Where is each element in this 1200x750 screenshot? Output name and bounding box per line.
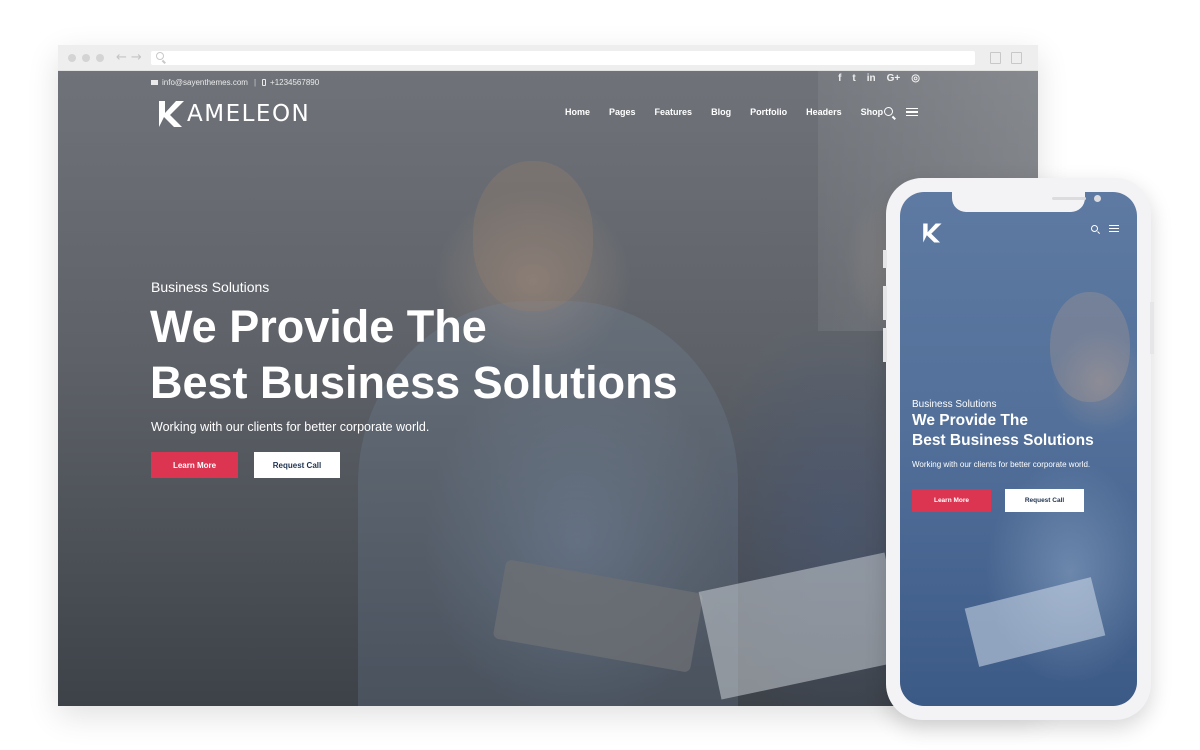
search-icon[interactable] (884, 107, 893, 116)
phone-notch (952, 192, 1101, 212)
nav-item-pages[interactable]: Pages (609, 107, 636, 117)
google-plus-icon[interactable]: G+ (887, 73, 901, 84)
social-links: f t in G+ ◎ (838, 73, 920, 84)
site-logo[interactable]: AMELEON (156, 99, 310, 129)
mobile-learn-more-button[interactable]: Learn More (912, 489, 991, 512)
nav-item-blog[interactable]: Blog (711, 107, 731, 117)
hamburger-menu-icon[interactable] (1109, 225, 1119, 232)
window-close-dot[interactable] (68, 54, 76, 62)
phone-speaker (1052, 197, 1086, 200)
hero-headline-line1: We Provide The (150, 301, 487, 352)
mobile-hero-subtext: Working with our clients for better corp… (912, 460, 1091, 469)
nav-item-portfolio[interactable]: Portfolio (750, 107, 787, 117)
mobile-request-call-button[interactable]: Request Call (1005, 489, 1084, 512)
phone-camera (1094, 195, 1101, 202)
background-person-head (473, 161, 593, 311)
mobile-hero-eyebrow: Business Solutions (912, 399, 997, 410)
background-paper (964, 577, 1106, 667)
phone-mute-switch (883, 250, 887, 268)
twitter-icon[interactable]: t (852, 73, 855, 84)
share-icon[interactable] (990, 52, 1001, 64)
kameleon-logo-icon (159, 101, 184, 127)
back-forward-arrows-icon[interactable]: ←→ (116, 50, 146, 65)
request-call-button[interactable]: Request Call (254, 452, 340, 478)
learn-more-button[interactable]: Learn More (151, 452, 238, 478)
instagram-icon[interactable]: ◎ (911, 73, 920, 84)
hero-headline: We Provide The Best Business Solutions (150, 299, 790, 411)
tabs-icon[interactable] (1011, 52, 1022, 64)
phone-icon (262, 78, 267, 86)
contact-phone[interactable]: +1234567890 (270, 78, 319, 87)
mail-icon (151, 79, 158, 85)
search-icon[interactable] (1091, 225, 1098, 232)
mobile-hero-headline: We Provide The Best Business Solutions (912, 411, 1132, 450)
hero-headline-line2: Best Business Solutions (150, 357, 678, 408)
nav-item-headers[interactable]: Headers (806, 107, 842, 117)
phone-volume-up (883, 286, 887, 320)
window-maximize-dot[interactable] (96, 54, 104, 62)
phone-device: Business Solutions We Provide The Best B… (883, 178, 1154, 720)
nav-item-features[interactable]: Features (655, 107, 693, 117)
facebook-icon[interactable]: f (838, 73, 841, 84)
nav-item-home[interactable]: Home (565, 107, 590, 117)
hamburger-menu-icon[interactable] (906, 108, 918, 116)
kameleon-logo-icon[interactable] (921, 222, 943, 244)
topbar-divider: | (253, 77, 257, 87)
search-icon (156, 52, 164, 60)
mobile-hero-headline-line2: Best Business Solutions (912, 431, 1094, 449)
hero-eyebrow: Business Solutions (151, 279, 270, 295)
phone-power-button (1150, 302, 1154, 354)
contact-topbar: info@sayenthemes.com | +1234567890 (151, 75, 319, 89)
address-bar[interactable] (151, 51, 975, 65)
contact-email[interactable]: info@sayenthemes.com (162, 78, 248, 87)
background-person (1050, 292, 1130, 402)
window-minimize-dot[interactable] (82, 54, 90, 62)
nav-item-shop[interactable]: Shop (861, 107, 884, 117)
mobile-screen: Business Solutions We Provide The Best B… (900, 192, 1137, 706)
hero-subtext: Working with our clients for better corp… (151, 420, 430, 434)
mobile-hero-headline-line1: We Provide The (912, 412, 1028, 429)
browser-toolbar: ←→ (58, 45, 1038, 71)
main-navigation: Home Pages Features Blog Portfolio Heade… (565, 107, 883, 117)
phone-volume-down (883, 328, 887, 362)
logo-text: AMELEON (187, 101, 311, 127)
linkedin-icon[interactable]: in (867, 73, 876, 84)
